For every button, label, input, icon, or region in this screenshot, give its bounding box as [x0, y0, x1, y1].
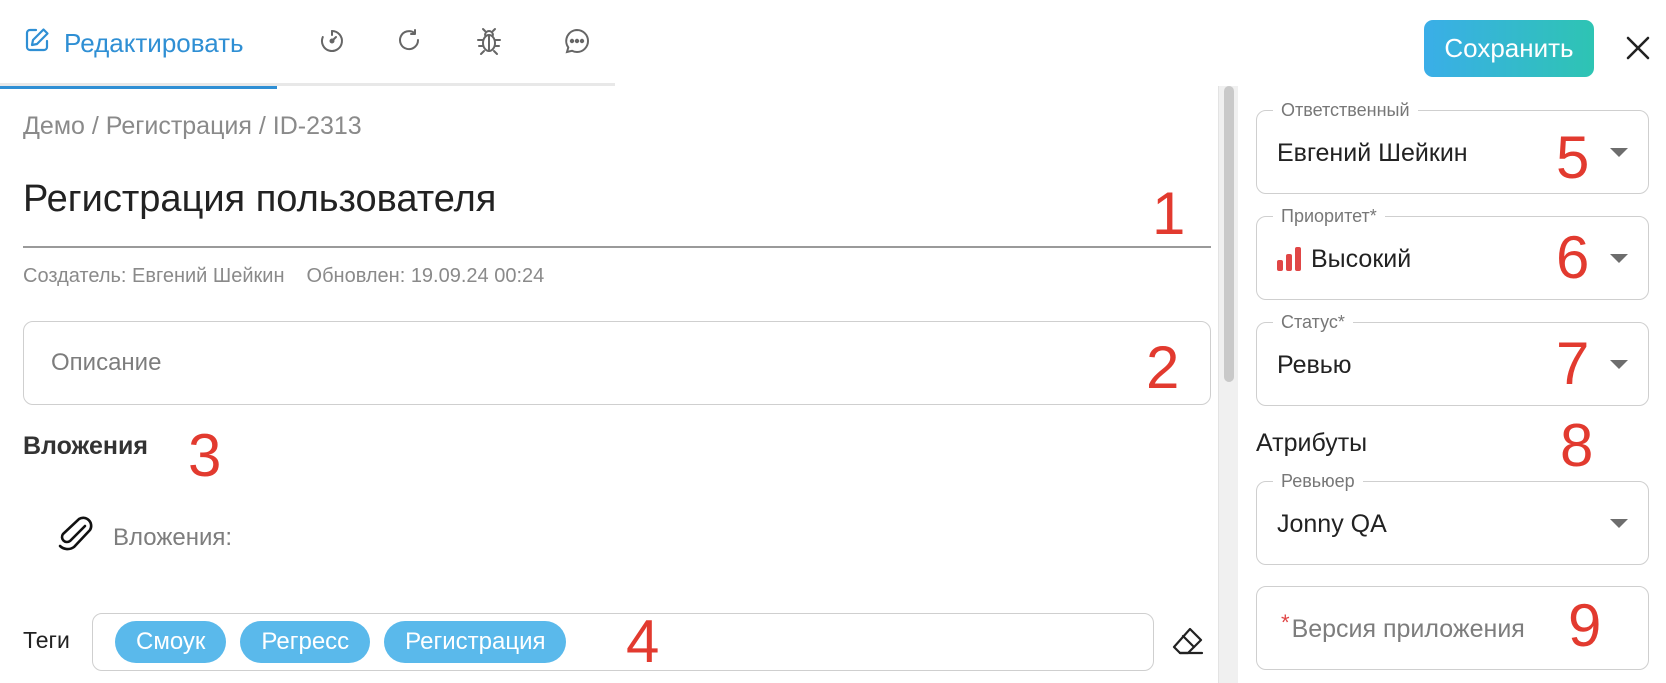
- reviewer-select[interactable]: Ревьюер Jonny QA: [1256, 471, 1649, 565]
- annotation-number: 4: [626, 608, 660, 675]
- tag-chip[interactable]: Регресс: [240, 621, 371, 663]
- task-editor: Редактировать Сохранить Демо / Регистрац…: [0, 0, 1666, 683]
- chevron-down-icon[interactable]: [1610, 360, 1628, 369]
- required-star: *: [1281, 610, 1290, 635]
- tag-chip[interactable]: Регистрация: [384, 621, 567, 663]
- tab-edit[interactable]: Редактировать: [0, 0, 277, 89]
- attributes-heading: Атрибуты: [1256, 429, 1368, 457]
- status-select[interactable]: Статус* Ревью: [1256, 312, 1649, 406]
- assignee-value: Евгений Шейкин: [1277, 138, 1468, 167]
- comment-icon[interactable]: [560, 24, 594, 58]
- refresh-icon[interactable]: [393, 24, 427, 58]
- edit-icon: [24, 27, 50, 60]
- paperclip-icon[interactable]: [55, 514, 99, 561]
- save-button[interactable]: Сохранить: [1424, 20, 1594, 77]
- tag-chip[interactable]: Смоук: [115, 621, 227, 663]
- breadcrumb[interactable]: Демо / Регистрация / ID-2313: [23, 112, 362, 141]
- annotation-number: 7: [1556, 330, 1590, 397]
- priority-bars-icon: [1277, 247, 1301, 271]
- chevron-down-icon[interactable]: [1610, 148, 1628, 157]
- annotation-number: 8: [1560, 412, 1594, 479]
- app-version-placeholder: * Версия приложения: [1281, 587, 1525, 671]
- bug-icon[interactable]: [472, 24, 506, 58]
- tags-input[interactable]: Смоук Регресс Регистрация: [92, 613, 1154, 671]
- scrollbar[interactable]: [1218, 86, 1238, 683]
- assignee-select[interactable]: Ответственный Евгений Шейкин: [1256, 100, 1649, 194]
- annotation-number: 9: [1568, 592, 1602, 659]
- eraser-icon[interactable]: [1170, 624, 1206, 660]
- priority-value-wrap: Высокий: [1277, 217, 1411, 301]
- status-value: Ревью: [1277, 350, 1352, 379]
- reviewer-value: Jonny QA: [1277, 509, 1387, 538]
- app-version-text: Версия приложения: [1291, 614, 1525, 643]
- attachments-row[interactable]: Вложения:: [55, 514, 232, 561]
- priority-value: Высокий: [1311, 244, 1412, 273]
- annotation-number: 5: [1556, 124, 1590, 191]
- attachments-heading: Вложения: [23, 432, 148, 460]
- description-field[interactable]: Описание: [23, 321, 1211, 405]
- chevron-down-icon[interactable]: [1610, 519, 1628, 528]
- close-icon[interactable]: [1620, 30, 1656, 66]
- tab-edit-label: Редактировать: [64, 27, 244, 58]
- task-title-input[interactable]: Регистрация пользователя: [23, 178, 496, 221]
- annotation-number: 1: [1152, 180, 1186, 247]
- annotation-number: 3: [188, 422, 222, 489]
- annotation-number: 2: [1146, 334, 1180, 401]
- scrollbar-thumb[interactable]: [1224, 86, 1234, 382]
- task-meta: Создатель: Евгений Шейкин Обновлен: 19.09…: [23, 265, 544, 288]
- description-placeholder: Описание: [51, 349, 162, 376]
- attachments-label: Вложения:: [113, 523, 233, 551]
- title-underline: [23, 246, 1211, 248]
- annotation-number: 6: [1556, 224, 1590, 291]
- tab-bar: Редактировать: [0, 0, 615, 89]
- timer-icon[interactable]: [315, 24, 349, 58]
- chevron-down-icon[interactable]: [1610, 254, 1628, 263]
- priority-select[interactable]: Приоритет* Высокий: [1256, 206, 1649, 301]
- creator-text: Создатель: Евгений Шейкин: [23, 265, 285, 287]
- updated-text: Обновлен: 19.09.24 00:24: [306, 265, 545, 287]
- tags-label: Теги: [23, 627, 70, 653]
